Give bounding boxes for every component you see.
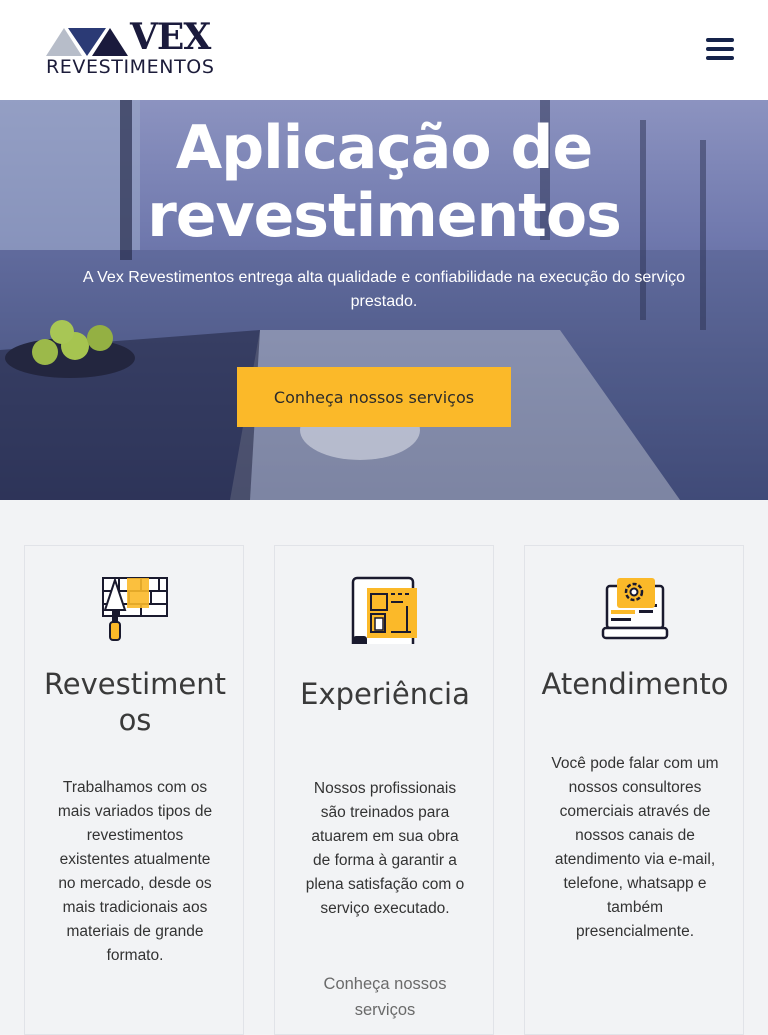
site-header: VEX REVESTIMENTOS [0,0,768,100]
card-title: Revestimentos [43,667,227,737]
services-cta-button[interactable]: Conheça nossos serviços [237,367,511,427]
logo-subtitle: REVESTIMENTOS [46,56,215,78]
card-title: Experiência [300,677,470,711]
laptop-support-gear-icon [601,578,669,640]
card-description: Trabalhamos com os mais variados tipos d… [57,779,213,964]
feature-card-experiencia: Experiência Nossos profissionais são tre… [274,545,494,1035]
hero-subtitle: A Vex Revestimentos entrega alta qualida… [82,269,686,310]
hero-banner: Aplicação de revestimentos A Vex Revesti… [0,100,768,500]
services-link[interactable]: Conheça nossos serviços [305,971,465,1023]
blueprint-plan-icon [351,576,417,644]
hero-title: Aplicação de revestimentos [147,113,622,251]
card-description: Você pode falar com um nossos consultore… [551,755,719,940]
brick-wall-trowel-icon [102,576,168,641]
logo-brand: VEX [130,16,211,58]
card-description: Nossos profissionais são treinados para … [305,780,465,917]
hamburger-menu-icon[interactable] [706,38,734,62]
feature-card-revestimentos: Revestimentos Trabalhamos com os mais va… [24,545,244,1035]
card-title: Atendimento [541,667,729,701]
logo-triangles-icon [46,28,128,56]
feature-card-atendimento: Atendimento Você pode falar com um nosso… [524,545,744,1035]
logo[interactable]: VEX REVESTIMENTOS [46,16,226,80]
